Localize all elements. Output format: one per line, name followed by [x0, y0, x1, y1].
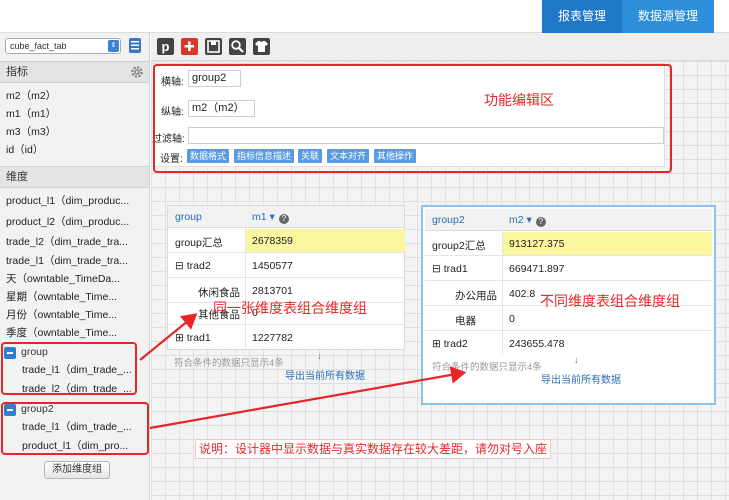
pivot-row-label-text: trad1	[186, 332, 211, 344]
pivot-row-label[interactable]: ⊞ trad2	[432, 338, 468, 350]
pivot-row-value: 1227782	[252, 332, 293, 344]
pivot-row-label-text: trad1	[443, 263, 468, 275]
row-divider	[168, 252, 406, 253]
indicator-item[interactable]: m3（m3）	[6, 124, 144, 139]
indicator-item[interactable]: id（id）	[6, 142, 144, 157]
row-divider	[425, 280, 712, 281]
shirt-icon[interactable]	[253, 38, 270, 55]
gear-icon[interactable]	[130, 65, 144, 79]
collapse-box-icon[interactable]: ⊟	[175, 260, 184, 272]
toolbar: p ✚	[151, 33, 729, 61]
dimension-item[interactable]: 季度（owntable_Time...	[6, 325, 144, 340]
same-table-label: 同一张维度表组合维度组	[213, 300, 367, 316]
dimension-item[interactable]: 星期（owntable_Time...	[6, 289, 144, 304]
nav-datasource-management[interactable]: 数据源管理	[621, 0, 714, 33]
select-arrow-icon[interactable]: ⇕	[108, 40, 119, 52]
save-icon[interactable]	[205, 38, 222, 55]
pivot-row-value: 243655.478	[509, 338, 565, 350]
pivot-row-label[interactable]: ⊟ trad1	[432, 263, 468, 275]
indicators-header: 指标	[0, 61, 149, 83]
indicator-item[interactable]: m2（m2）	[6, 88, 144, 103]
row-divider	[425, 255, 712, 256]
dimensions-header: 维度	[0, 166, 149, 188]
help-icon[interactable]: ?	[278, 214, 289, 224]
indicator-item[interactable]: m1（m1）	[6, 106, 144, 121]
dimension-item[interactable]: trade_l1（dim_trade_tra...	[6, 253, 144, 268]
pivot-header-dim[interactable]: group2	[432, 214, 465, 226]
down-arrow-icon: ↓	[317, 351, 322, 362]
top-nav: 报表管理 数据源管理	[541, 0, 714, 33]
dimension-item[interactable]: 天（owntable_TimeDa...	[6, 271, 144, 286]
pivot-row-value: 669471.897	[509, 263, 565, 275]
expand-box-icon[interactable]: ⊞	[432, 338, 441, 350]
pivot-footer-note: 符合条件的数据只显示4条	[174, 358, 284, 369]
pivot-row-value: 1450577	[252, 260, 293, 272]
group-outline	[1, 342, 137, 395]
function-area-outline	[153, 64, 672, 173]
collapse-box-icon[interactable]: ⊟	[432, 263, 441, 275]
database-icon[interactable]	[128, 37, 142, 54]
expand-box-icon[interactable]: ⊞	[175, 332, 184, 344]
help-icon[interactable]: ?	[535, 217, 546, 227]
pivot-row-label: 办公用品	[455, 290, 497, 302]
row-divider	[168, 277, 406, 278]
pivot-row-label[interactable]: ⊟ trad2	[175, 260, 211, 272]
add-dimension-group-button[interactable]: 添加维度组	[44, 461, 110, 479]
pivot-row-label: group2汇总	[432, 240, 486, 252]
row-divider	[425, 330, 712, 331]
pivot-row-value: 2813701	[252, 285, 293, 297]
pivot-row-value: 402.8	[509, 288, 536, 300]
dimension-item[interactable]: 月份（owntable_Time...	[6, 307, 144, 322]
nav-report-management[interactable]: 报表管理	[541, 0, 622, 33]
group2-outline	[1, 402, 149, 455]
indicators-title: 指标	[6, 66, 28, 78]
diff-table-label: 不同维度表组合维度组	[540, 293, 680, 309]
pivot-header-dim[interactable]: group	[175, 211, 202, 223]
search-icon[interactable]	[229, 38, 246, 55]
table-select-value: cube_fact_tab	[10, 41, 67, 51]
note-box: 说明：设计器中显示数据与真实数据存在较大差距，请勿对号入座	[195, 439, 552, 459]
note-text: 说明：设计器中显示数据与真实数据存在较大差距，请勿对号入座	[199, 442, 548, 456]
export-all-link[interactable]: 导出当前所有数据	[285, 367, 365, 382]
add-icon[interactable]: ✚	[181, 38, 198, 55]
pivot-row-label: group汇总	[175, 237, 223, 249]
top-bar: 报表管理 数据源管理	[0, 0, 729, 33]
export-all-link[interactable]: 导出当前所有数据	[541, 371, 621, 386]
pivot-header-measure[interactable]: m1 ▾?	[252, 211, 289, 224]
p-icon[interactable]: p	[157, 38, 174, 55]
row-divider	[168, 324, 406, 325]
table-select[interactable]: cube_fact_tab ⇕	[5, 38, 121, 54]
pivot-row-label-text: trad2	[443, 338, 468, 350]
pivot-row-value: 913127.375	[509, 238, 565, 250]
dimensions-title: 维度	[6, 171, 28, 183]
pivot-row-label: 电器	[455, 315, 476, 327]
function-area-label: 功能编辑区	[484, 92, 554, 108]
pivot-header-measure-text: m1	[252, 211, 267, 223]
dimension-item[interactable]: product_l1（dim_produc...	[6, 193, 144, 208]
pivot-table-1[interactable]: group m1 ▾? group汇总 2678359 ⊟ trad2 1450…	[167, 205, 406, 351]
pivot-row-label[interactable]: ⊞ trad1	[175, 332, 211, 344]
dimension-item[interactable]: trade_l2（dim_trade_tra...	[6, 234, 144, 249]
pivot-footer-note: 符合条件的数据只显示4条	[432, 362, 542, 373]
dimension-item[interactable]: product_l2（dim_produc...	[6, 214, 144, 229]
pivot-row-label-text: trad2	[186, 260, 211, 272]
pivot-row-value: 2678359	[252, 235, 293, 247]
pivot-header-measure-text: m2	[509, 214, 524, 226]
down-arrow-icon: ↓	[574, 355, 579, 366]
pivot-row-value: 0	[509, 313, 515, 325]
pivot-header	[425, 209, 712, 231]
pivot-header-measure[interactable]: m2 ▾?	[509, 214, 546, 227]
